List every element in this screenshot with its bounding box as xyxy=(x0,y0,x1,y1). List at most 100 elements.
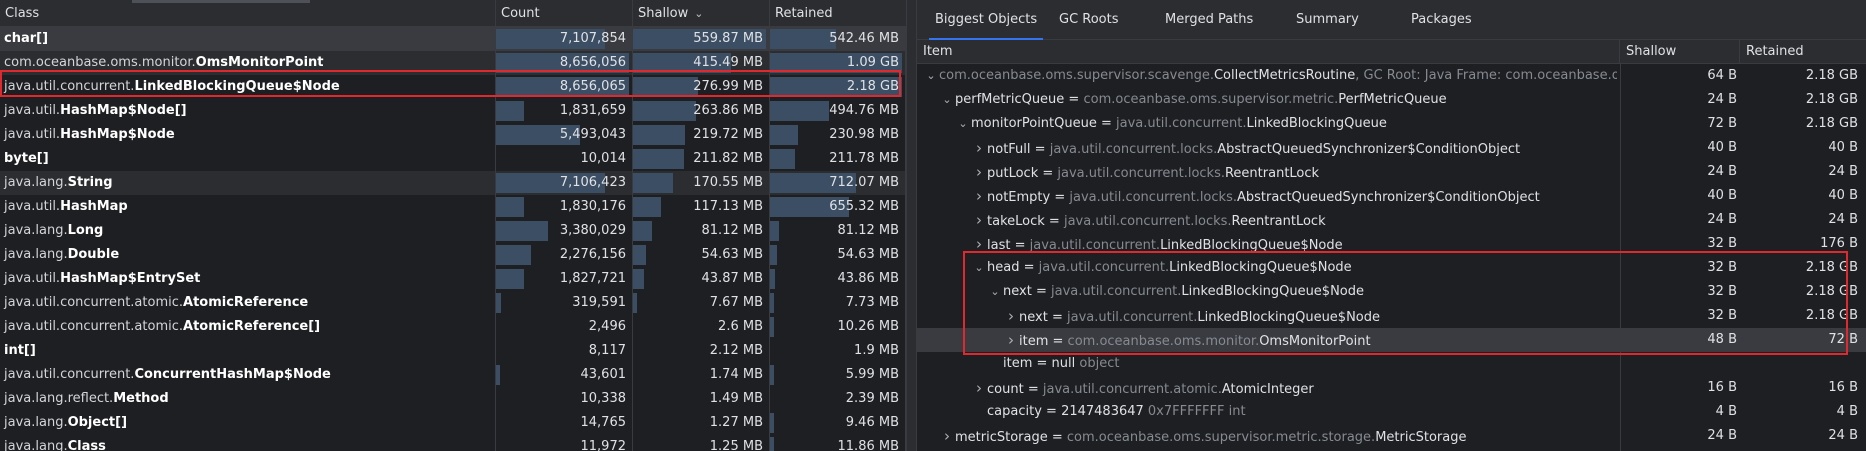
class-name: int[] xyxy=(4,343,36,358)
class-name-cell: int[] xyxy=(0,339,496,363)
retained-cell: 81.12 MB xyxy=(770,219,906,243)
column-header-item[interactable]: Item xyxy=(917,40,1620,64)
shallow-cell: 219.72 MB xyxy=(633,123,770,147)
tree-node[interactable]: ⌄ monitorPointQueue = java.util.concurren… xyxy=(917,112,1866,136)
class-package: java.util. xyxy=(4,103,61,118)
tree-node[interactable]: capacity = 2147483647 0x7FFFFFFF int 4 B4… xyxy=(917,400,1866,424)
retained-cell: 2.18 GB xyxy=(770,75,906,99)
class-name-cell: java.util.HashMap xyxy=(0,195,496,219)
tree-node[interactable]: › notEmpty = java.util.concurrent.locks.A… xyxy=(917,184,1866,208)
tree-node[interactable]: ⌄ com.oceanbase.oms.supervisor.scavenge.C… xyxy=(917,64,1866,88)
class-name-cell: java.lang.Class xyxy=(0,435,496,451)
table-row[interactable]: int[] 8,117 2.12 MB 1.9 MB xyxy=(0,339,906,363)
count-bar xyxy=(496,293,501,313)
class-name: Object[] xyxy=(67,415,128,430)
retained-value: 10.26 MB xyxy=(837,319,899,334)
retained-size: 2.18 GB xyxy=(1805,116,1858,131)
table-row[interactable]: java.util.concurrent.LinkedBlockingQueue… xyxy=(0,75,906,99)
count-cell: 1,830,176 xyxy=(496,195,633,219)
shallow-cell: 1.49 MB xyxy=(633,387,770,411)
tree-node[interactable]: › notFull = java.util.concurrent.locks.Ab… xyxy=(917,136,1866,160)
tab-gc-roots[interactable]: GC Roots xyxy=(1053,0,1125,40)
tree-node[interactable]: ⌄ perfMetricQueue = com.oceanbase.oms.sup… xyxy=(917,88,1866,112)
tab-packages[interactable]: Packages xyxy=(1405,0,1478,40)
table-row[interactable]: java.lang.Double 2,276,156 54.63 MB 54.63 M… xyxy=(0,243,906,267)
table-row[interactable]: java.util.HashMap$Node 5,493,043 219.72 MB… xyxy=(0,123,906,147)
count-value: 2,496 xyxy=(588,319,626,334)
table-row[interactable]: java.lang.Class 11,972 1.25 MB 11.86 MB xyxy=(0,435,906,451)
count-cell: 11,972 xyxy=(496,435,633,451)
retained-value: 11.86 MB xyxy=(837,439,899,451)
class-name: char[] xyxy=(4,31,49,46)
class-name: OmsMonitorPoint xyxy=(195,55,324,70)
retained-bar xyxy=(770,125,798,145)
retained-value: 211.78 MB xyxy=(829,151,899,166)
retained-cell: 211.78 MB xyxy=(770,147,906,171)
tree-node[interactable]: › last = java.util.concurrent.LinkedBlock… xyxy=(917,232,1866,256)
retained-size: 2.18 GB xyxy=(1805,260,1858,275)
class-name: ConcurrentHashMap$Node xyxy=(134,367,331,382)
retained-bar xyxy=(770,149,795,169)
table-row[interactable]: java.lang.Object[] 14,765 1.27 MB 9.46 MB xyxy=(0,411,906,435)
retained-cell: 9.46 MB xyxy=(770,411,906,435)
class-package: java.lang.reflect. xyxy=(4,391,114,406)
class-package: java.util.concurrent.atomic. xyxy=(4,319,184,334)
table-row[interactable]: com.oceanbase.oms.monitor.OmsMonitorPoin… xyxy=(0,51,906,75)
class-package: java.util. xyxy=(4,127,61,142)
count-value: 319,591 xyxy=(572,295,626,310)
tree-node[interactable]: item = null object xyxy=(917,352,1866,376)
column-header-shallow-size[interactable]: Shallow xyxy=(1620,40,1740,64)
shallow-value: 117.13 MB xyxy=(693,199,763,214)
count-cell: 7,106,423 xyxy=(496,171,633,195)
tab-merged-paths[interactable]: Merged Paths xyxy=(1159,0,1259,40)
retained-size: 16 B xyxy=(1828,380,1858,395)
table-row[interactable]: char[] 7,107,854 559.87 MB 542.46 MB xyxy=(0,27,906,51)
panel-splitter[interactable] xyxy=(906,0,917,451)
count-cell: 8,656,065 xyxy=(496,75,633,99)
class-name: HashMap$EntrySet xyxy=(60,271,201,286)
column-header-retained-size[interactable]: Retained xyxy=(1740,40,1866,64)
table-row[interactable]: java.util.HashMap$Node[] 1,831,659 263.86 … xyxy=(0,99,906,123)
count-value: 7,106,423 xyxy=(559,175,626,190)
tab-summary[interactable]: Summary xyxy=(1290,0,1365,40)
retained-value: 5.99 MB xyxy=(845,367,899,382)
table-row[interactable]: java.lang.String 7,106,423 170.55 MB 712.07… xyxy=(0,171,906,195)
table-row[interactable]: java.util.concurrent.atomic.AtomicRefere… xyxy=(0,315,906,339)
count-cell: 7,107,854 xyxy=(496,27,633,51)
table-row[interactable]: byte[] 10,014 211.82 MB 211.78 MB xyxy=(0,147,906,171)
table-row[interactable]: java.util.concurrent.ConcurrentHashMap$N… xyxy=(0,363,906,387)
table-row[interactable]: java.util.concurrent.atomic.AtomicRefere… xyxy=(0,291,906,315)
retained-value: 81.12 MB xyxy=(837,223,899,238)
retained-cell: 10.26 MB xyxy=(770,315,906,339)
column-header-count[interactable]: Count xyxy=(496,0,633,27)
column-header-class[interactable]: Class xyxy=(0,0,496,27)
tree-node[interactable]: › next = java.util.concurrent.LinkedBlock… xyxy=(917,304,1866,328)
retained-value: 7.73 MB xyxy=(845,295,899,310)
tree-node[interactable]: › count = java.util.concurrent.atomic.Ato… xyxy=(917,376,1866,400)
table-row[interactable]: java.lang.reflect.Method 10,338 1.49 MB 2.3… xyxy=(0,387,906,411)
table-row[interactable]: java.lang.Long 3,380,029 81.12 MB 81.12 MB xyxy=(0,219,906,243)
count-cell: 2,496 xyxy=(496,315,633,339)
class-name-cell: byte[] xyxy=(0,147,496,171)
class-name-cell: com.oceanbase.oms.monitor.OmsMonitorPoin… xyxy=(0,51,496,75)
table-row[interactable]: java.util.HashMap$EntrySet 1,827,721 43.87… xyxy=(0,267,906,291)
retained-bar xyxy=(770,293,774,313)
tree-node[interactable]: ⌄ next = java.util.concurrent.LinkedBlock… xyxy=(917,280,1866,304)
shallow-bar xyxy=(633,149,684,169)
tree-node[interactable]: › metricStorage = com.oceanbase.oms.super… xyxy=(917,424,1866,448)
column-header-shallow[interactable]: Shallow ⌄ xyxy=(633,0,770,27)
table-row[interactable]: java.util.HashMap 1,830,176 117.13 MB 655.3… xyxy=(0,195,906,219)
class-package: java.util.concurrent. xyxy=(4,367,135,382)
tree-node[interactable]: › takeLock = java.util.concurrent.locks.R… xyxy=(917,208,1866,232)
shallow-cell: 559.87 MB xyxy=(633,27,770,51)
tree-node[interactable]: › putLock = java.util.concurrent.locks.Re… xyxy=(917,160,1866,184)
tree-node[interactable]: › item = com.oceanbase.oms.monitor.OmsMon… xyxy=(917,328,1866,352)
retained-size: 2.18 GB xyxy=(1805,284,1858,299)
count-cell: 1,827,721 xyxy=(496,267,633,291)
shallow-value: 2.6 MB xyxy=(718,319,763,334)
tree-node[interactable]: ⌄ head = java.util.concurrent.LinkedBlock… xyxy=(917,256,1866,280)
column-header-retained[interactable]: Retained xyxy=(770,0,906,27)
count-value: 3,380,029 xyxy=(559,223,626,238)
tab-biggest-objects[interactable]: Biggest Objects xyxy=(929,0,1044,40)
retained-value: 9.46 MB xyxy=(845,415,899,430)
